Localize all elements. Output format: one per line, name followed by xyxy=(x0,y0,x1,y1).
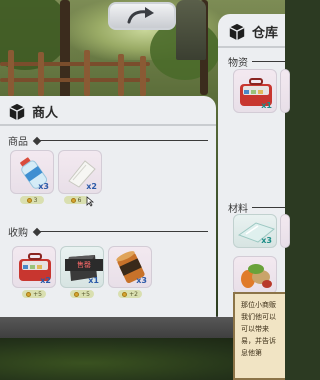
box-icon xyxy=(229,23,245,40)
travel-arrow-button[interactable] xyxy=(108,2,176,30)
section-divider xyxy=(252,207,285,208)
buy-item-canned-goods[interactable]: x3 +2 xyxy=(108,246,152,298)
header-divider xyxy=(218,46,285,48)
tooltip-line: 可以带来 xyxy=(241,325,269,333)
item-price: +5 xyxy=(33,290,42,298)
diamond-icon xyxy=(32,227,42,236)
warehouse-item-vegetables[interactable] xyxy=(233,256,277,294)
buy-section-header: 收购 xyxy=(8,224,208,239)
header-divider xyxy=(0,124,216,126)
mouse-cursor-icon xyxy=(86,196,94,207)
warehouse-item-partial[interactable] xyxy=(280,214,290,248)
coin-icon xyxy=(26,197,32,203)
buy-item-sold-out[interactable]: 售罄 x1 +5 xyxy=(60,246,104,298)
item-price: +5 xyxy=(81,290,90,298)
player-character xyxy=(176,0,206,60)
fence-post xyxy=(8,50,14,96)
price-tag: 6 xyxy=(64,196,88,204)
item-card: x3 xyxy=(233,214,277,248)
buy-label: 收购 xyxy=(8,228,28,239)
tooltip-line: 易，并告诉 xyxy=(241,337,276,345)
supplies-section-header: 物资 xyxy=(228,54,285,69)
item-quantity: x1 xyxy=(88,276,99,285)
item-card: x2 xyxy=(58,150,102,194)
dialog-tooltip: 那位小商贩 我们他可以 可以带来 易，并告诉 息他第 xyxy=(233,292,285,380)
box-icon xyxy=(9,103,25,120)
item-card: x3 xyxy=(108,246,152,288)
warehouse-item-glass-plate[interactable]: x3 xyxy=(233,214,277,248)
section-divider xyxy=(40,231,208,232)
price-tag: +5 xyxy=(70,290,94,298)
item-price: +2 xyxy=(129,290,138,298)
tooltip-line: 那位小商贩 xyxy=(241,301,276,309)
warehouse-item-red-lunchbox[interactable]: x1 xyxy=(233,69,277,113)
item-card xyxy=(233,256,277,294)
sold-out-badge: 售罄 xyxy=(65,259,103,271)
warehouse-header: 仓库 xyxy=(228,22,278,41)
tooltip-line: 息他第 xyxy=(241,349,262,357)
section-divider xyxy=(252,61,285,62)
merchant-panel: 商人 商品 x3 3 x2 6 收购 x2 +5 售罄 x1 +5 x3 +2 xyxy=(0,96,216,317)
materials-section-header: 材料 xyxy=(228,200,285,215)
goods-section-header: 商品 xyxy=(8,133,208,148)
buy-item-red-lunchbox[interactable]: x2 +5 xyxy=(12,246,56,298)
item-price: 3 xyxy=(33,196,38,204)
item-quantity: x2 xyxy=(86,182,97,191)
item-quantity: x2 xyxy=(40,276,51,285)
goods-item-water-bottle[interactable]: x3 3 xyxy=(10,150,54,204)
item-quantity: x3 xyxy=(38,182,49,191)
supplies-label: 物资 xyxy=(228,58,248,69)
price-tag: +2 xyxy=(118,290,142,298)
item-quantity: x3 xyxy=(136,276,147,285)
tree-trunk xyxy=(60,0,70,100)
merchant-header: 商人 xyxy=(8,102,58,121)
fence-rail xyxy=(0,78,150,82)
coin-icon xyxy=(122,291,128,297)
item-price: 6 xyxy=(77,196,82,204)
warehouse-item-partial[interactable] xyxy=(280,69,290,113)
diamond-icon xyxy=(32,136,42,145)
fence-post xyxy=(38,52,44,96)
item-card: 售罄 x1 xyxy=(60,246,104,288)
item-quantity: x1 xyxy=(261,101,272,110)
section-divider xyxy=(40,140,208,141)
warehouse-title: 仓库 xyxy=(252,26,279,41)
materials-label: 材料 xyxy=(228,204,248,215)
item-card: x2 xyxy=(12,246,56,288)
goods-label: 商品 xyxy=(8,137,28,148)
coin-icon xyxy=(26,291,32,297)
warehouse-panel: 仓库 物资 x1 材料 x3 xyxy=(218,14,290,317)
price-tag: +5 xyxy=(22,290,46,298)
curved-arrow-icon xyxy=(127,7,154,24)
fence-post xyxy=(118,54,124,96)
coin-icon xyxy=(74,291,80,297)
vegetables-icon xyxy=(241,264,272,288)
item-card: x1 xyxy=(233,69,277,113)
fence-post xyxy=(84,50,90,96)
goods-item-paper[interactable]: x2 6 xyxy=(58,150,102,204)
fence-post xyxy=(140,56,146,96)
item-card: x3 xyxy=(10,150,54,194)
price-tag: 3 xyxy=(20,196,44,204)
coin-icon xyxy=(70,197,76,203)
merchant-title: 商人 xyxy=(32,106,59,121)
tooltip-line: 我们他可以 xyxy=(241,313,276,321)
fence-rail xyxy=(0,62,150,66)
item-quantity: x3 xyxy=(261,236,272,245)
